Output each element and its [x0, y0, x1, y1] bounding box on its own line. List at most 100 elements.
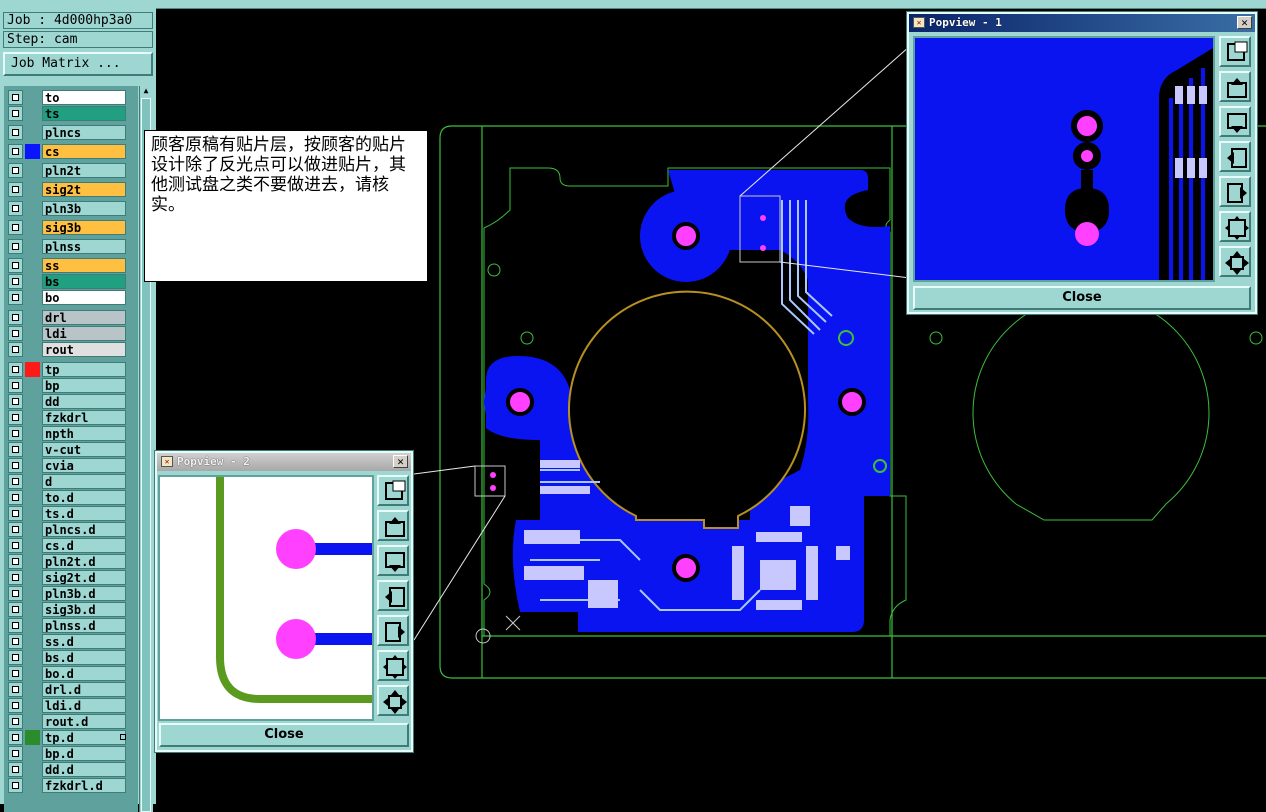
layer-row-plncs[interactable]: plncs	[6, 125, 128, 140]
layer-row-npth[interactable]: npth	[6, 426, 128, 441]
layer-checkbox[interactable]	[8, 342, 23, 357]
pan-down-button[interactable]	[377, 545, 409, 576]
layer-checkbox[interactable]	[8, 239, 23, 254]
layer-name[interactable]: ts	[42, 106, 126, 121]
layer-checkbox[interactable]	[8, 258, 23, 273]
layer-row-pln3b[interactable]: pln3b	[6, 201, 128, 216]
layer-checkbox[interactable]	[8, 650, 23, 665]
layer-name[interactable]: bo.d	[42, 666, 126, 681]
layer-checkbox[interactable]	[8, 378, 23, 393]
layer-row-v-cut[interactable]: v-cut	[6, 442, 128, 457]
pan-right-button[interactable]	[377, 615, 409, 646]
layer-row-ss[interactable]: ss	[6, 258, 128, 273]
layer-checkbox[interactable]	[8, 586, 23, 601]
layer-name[interactable]: bo	[42, 290, 126, 305]
close-icon[interactable]: ✕	[1237, 16, 1252, 29]
layer-name[interactable]: cvia	[42, 458, 126, 473]
zoom-fit-button[interactable]	[377, 475, 409, 506]
layer-checkbox[interactable]	[8, 554, 23, 569]
layer-checkbox[interactable]	[8, 714, 23, 729]
layer-row-to[interactable]: to	[6, 90, 128, 105]
layer-checkbox[interactable]	[8, 762, 23, 777]
layer-row-bs[interactable]: bs	[6, 274, 128, 289]
layer-checkbox[interactable]	[8, 426, 23, 441]
layer-checkbox[interactable]	[8, 506, 23, 521]
layer-checkbox[interactable]	[8, 442, 23, 457]
layer-name[interactable]: drl.d	[42, 682, 126, 697]
layer-name[interactable]: d	[42, 474, 126, 489]
layer-name[interactable]: tp	[42, 362, 126, 377]
layer-name[interactable]: rout	[42, 342, 126, 357]
layer-name[interactable]: pln2t.d	[42, 554, 126, 569]
layer-name[interactable]: ss.d	[42, 634, 126, 649]
zoom-out-button[interactable]	[377, 685, 409, 716]
popview-2-close-button[interactable]: Close	[159, 723, 409, 747]
layer-row-plnss.d[interactable]: plnss.d	[6, 618, 128, 633]
layer-checkbox[interactable]	[8, 458, 23, 473]
layer-row-tp.d[interactable]: tp.d	[6, 730, 128, 745]
layer-checkbox[interactable]	[8, 362, 23, 377]
layer-checkbox[interactable]	[8, 106, 23, 121]
layer-name[interactable]: ss	[42, 258, 126, 273]
layer-name[interactable]: dd.d	[42, 762, 126, 777]
layer-checkbox[interactable]	[8, 602, 23, 617]
layer-checkbox[interactable]	[8, 778, 23, 793]
layer-name[interactable]: ldi	[42, 326, 126, 341]
layer-checkbox[interactable]	[8, 125, 23, 140]
layer-checkbox[interactable]	[8, 144, 23, 159]
zoom-in-button[interactable]	[377, 650, 409, 681]
layer-row-drl[interactable]: drl	[6, 310, 128, 325]
layer-name[interactable]: rout.d	[42, 714, 126, 729]
layer-name[interactable]: sig2t.d	[42, 570, 126, 585]
layer-checkbox[interactable]	[8, 310, 23, 325]
layer-checkbox[interactable]	[8, 474, 23, 489]
layer-checkbox[interactable]	[8, 274, 23, 289]
layer-row-cvia[interactable]: cvia	[6, 458, 128, 473]
layer-row-rout.d[interactable]: rout.d	[6, 714, 128, 729]
layer-checkbox[interactable]	[8, 220, 23, 235]
layer-row-ts[interactable]: ts	[6, 106, 128, 121]
layer-row-bp.d[interactable]: bp.d	[6, 746, 128, 761]
layer-name[interactable]: to.d	[42, 490, 126, 505]
layer-checkbox[interactable]	[8, 394, 23, 409]
layer-name[interactable]: sig2t	[42, 182, 126, 197]
layer-row-pln2t.d[interactable]: pln2t.d	[6, 554, 128, 569]
popview-2-view[interactable]	[158, 475, 374, 721]
pan-left-button[interactable]	[377, 580, 409, 611]
layer-name[interactable]: tp.d	[42, 730, 126, 745]
layer-row-to.d[interactable]: to.d	[6, 490, 128, 505]
layer-row-tp[interactable]: tp	[6, 362, 128, 377]
layer-checkbox[interactable]	[8, 410, 23, 425]
layer-name[interactable]: ldi.d	[42, 698, 126, 713]
layer-row-ldi[interactable]: ldi	[6, 326, 128, 341]
popview-1-view[interactable]	[913, 36, 1215, 282]
layer-name[interactable]: cs	[42, 144, 126, 159]
layer-name[interactable]: ts.d	[42, 506, 126, 521]
layer-checkbox[interactable]	[8, 326, 23, 341]
layer-name[interactable]: plncs	[42, 125, 126, 140]
pan-up-button[interactable]	[1219, 71, 1251, 102]
layer-name[interactable]: bp	[42, 378, 126, 393]
layer-name[interactable]: to	[42, 90, 126, 105]
layer-name[interactable]: dd	[42, 394, 126, 409]
layer-row-bp[interactable]: bp	[6, 378, 128, 393]
layer-checkbox[interactable]	[8, 570, 23, 585]
layer-name[interactable]: sig3b	[42, 220, 126, 235]
layer-name[interactable]: sig3b.d	[42, 602, 126, 617]
layer-row-plnss[interactable]: plnss	[6, 239, 128, 254]
layer-name[interactable]: v-cut	[42, 442, 126, 457]
layer-name[interactable]: bp.d	[42, 746, 126, 761]
layer-row-cs.d[interactable]: cs.d	[6, 538, 128, 553]
layer-row-dd[interactable]: dd	[6, 394, 128, 409]
layer-checkbox[interactable]	[8, 682, 23, 697]
layer-row-sig2t[interactable]: sig2t	[6, 182, 128, 197]
layer-row-rout[interactable]: rout	[6, 342, 128, 357]
pan-down-button[interactable]	[1219, 106, 1251, 137]
layer-row-ss.d[interactable]: ss.d	[6, 634, 128, 649]
layer-checkbox[interactable]	[8, 538, 23, 553]
zoom-fit-button[interactable]	[1219, 36, 1251, 67]
layer-row-cs[interactable]: cs	[6, 144, 128, 159]
layer-checkbox[interactable]	[8, 666, 23, 681]
layer-row-bo[interactable]: bo	[6, 290, 128, 305]
layer-name[interactable]: pln3b	[42, 201, 126, 216]
